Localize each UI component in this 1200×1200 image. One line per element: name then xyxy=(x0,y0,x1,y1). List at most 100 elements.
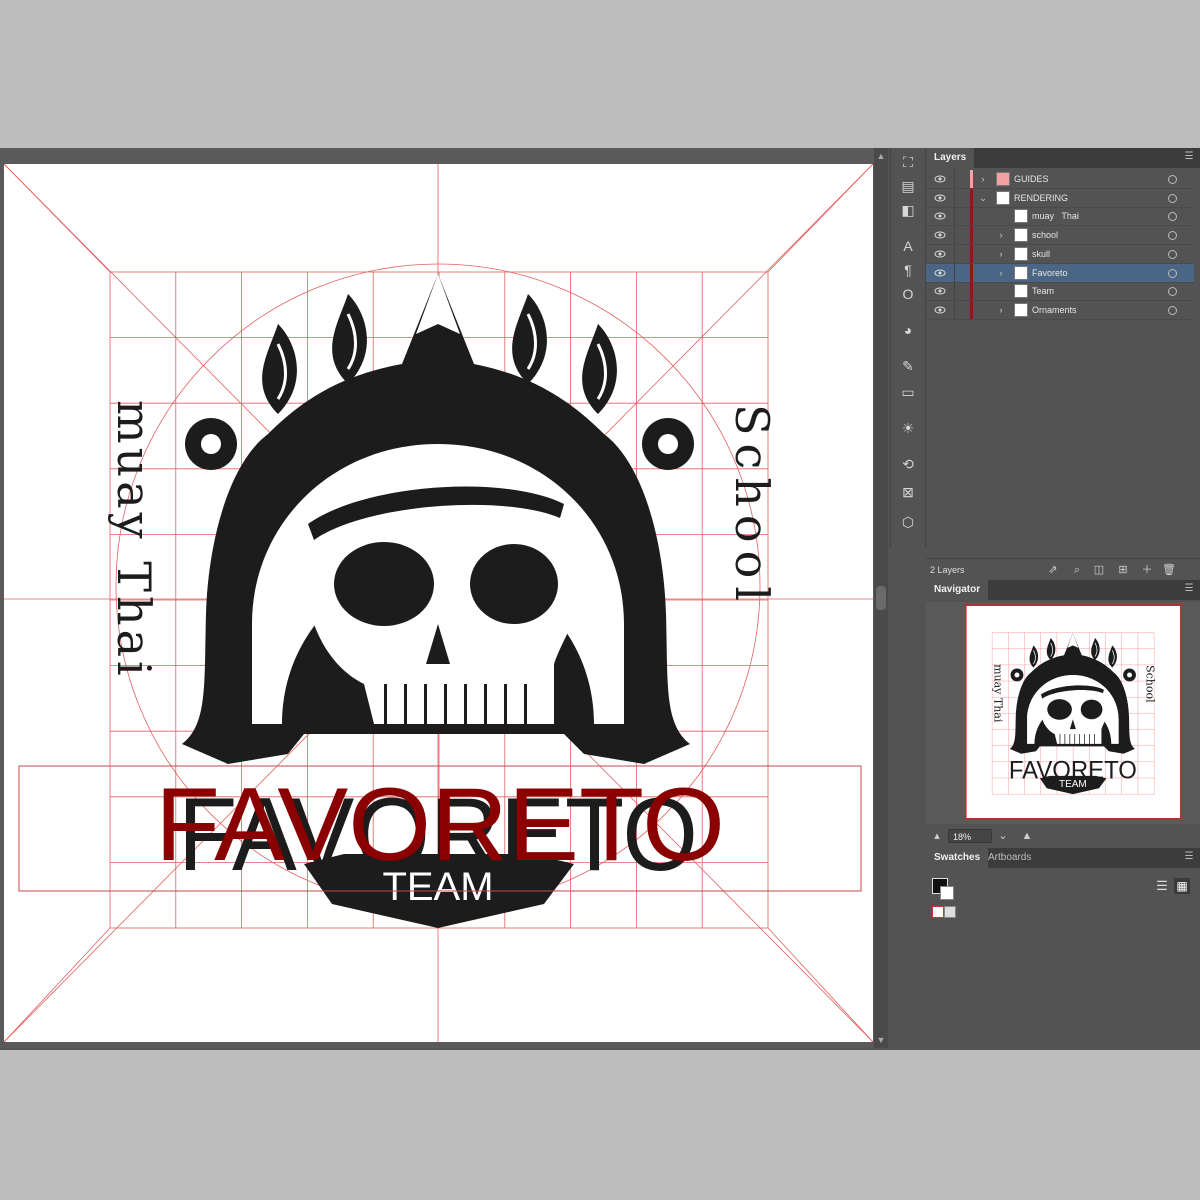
chevron-right-icon[interactable]: › xyxy=(996,303,1006,317)
eye-icon[interactable] xyxy=(934,192,946,204)
target-circle-icon[interactable] xyxy=(1168,212,1177,222)
hamburger-icon[interactable]: ☰ xyxy=(1184,151,1194,163)
3d-icon[interactable]: ⬡ xyxy=(898,512,918,532)
eye-icon[interactable] xyxy=(934,229,946,241)
image-trace-icon[interactable]: ⊠ xyxy=(898,482,918,502)
new-sublayer-icon[interactable]: ⊞ xyxy=(1116,563,1130,577)
export-icon[interactable]: ⇗ xyxy=(1046,563,1060,577)
layer-row[interactable]: › GUIDES xyxy=(926,170,1194,189)
layer-row[interactable]: ⌄ RENDERING xyxy=(926,188,1194,208)
tab-layers[interactable]: Layers xyxy=(926,148,975,168)
clipping-mask-icon[interactable]: ◫ xyxy=(1092,563,1106,577)
layer-row[interactable]: Team xyxy=(926,282,1194,302)
tab-swatches[interactable]: Swatches xyxy=(926,848,989,868)
lock-column[interactable] xyxy=(954,244,955,263)
layer-row[interactable]: muay Thai xyxy=(926,207,1194,227)
search-icon[interactable]: ⌕ xyxy=(1070,563,1084,577)
layer-color-bar xyxy=(970,263,973,282)
grid-view-icon[interactable]: ▦ xyxy=(1174,878,1190,894)
zoom-in-icon[interactable]: ▲ xyxy=(1020,829,1034,843)
hamburger-icon[interactable]: ☰ xyxy=(1184,583,1194,595)
eye-icon[interactable] xyxy=(934,248,946,260)
lock-column[interactable] xyxy=(954,207,955,226)
layer-name[interactable]: muay Thai xyxy=(1032,207,1079,225)
new-layer-icon[interactable]: ＋ xyxy=(1140,563,1154,577)
transform-icon[interactable]: ⟲ xyxy=(898,454,918,474)
paragraph-icon[interactable]: ¶ xyxy=(898,260,918,280)
navigator-muay-thai-text: muay Thai xyxy=(992,664,1005,723)
eye-icon[interactable] xyxy=(934,173,946,185)
scroll-up-icon[interactable]: ▲ xyxy=(874,150,888,162)
layer-row[interactable]: › skull xyxy=(926,244,1194,264)
none-swatch-icon[interactable] xyxy=(932,906,944,918)
lock-column[interactable] xyxy=(954,263,955,282)
chevron-right-icon[interactable]: › xyxy=(996,266,1006,280)
layer-name[interactable]: skull xyxy=(1032,245,1050,263)
layer-row[interactable]: › Favoreto xyxy=(926,263,1194,283)
chevron-right-icon[interactable]: › xyxy=(996,247,1006,261)
emblem-swirl-left-center xyxy=(1014,672,1020,678)
navigator-school-text: School xyxy=(1144,665,1157,703)
target-circle-icon[interactable] xyxy=(1168,175,1177,184)
skull-eye-right xyxy=(470,544,558,624)
artboard-tool-icon[interactable]: ⛶ xyxy=(898,152,918,172)
layer-name[interactable]: Favoreto xyxy=(1032,264,1068,282)
layer-count: 2 Layers xyxy=(930,565,965,575)
gradient-icon[interactable]: ▭ xyxy=(898,382,918,402)
target-circle-icon[interactable] xyxy=(1168,287,1177,297)
layer-color-bar xyxy=(970,244,973,263)
skull-tooth-gap xyxy=(444,684,447,724)
lock-column[interactable] xyxy=(954,170,955,188)
target-circle-icon[interactable] xyxy=(1168,268,1177,278)
color-icon[interactable]: ◕ xyxy=(898,320,918,340)
layer-row[interactable]: › school xyxy=(926,226,1194,246)
chevron-down-icon[interactable]: ⌄ xyxy=(996,829,1010,843)
stroke-swatch[interactable] xyxy=(940,886,954,900)
chevron-right-icon[interactable]: › xyxy=(996,228,1006,242)
target-circle-icon[interactable] xyxy=(1168,249,1177,259)
navigator-preview[interactable]: muay Thai School FAVORETO TEAM xyxy=(926,602,1200,824)
character-icon[interactable]: A xyxy=(898,236,918,256)
appearance-icon[interactable]: ☀ xyxy=(898,418,918,438)
list-view-icon[interactable]: ☰ xyxy=(1154,878,1170,894)
eye-icon[interactable] xyxy=(934,285,946,297)
trash-icon[interactable]: 🗑 xyxy=(1162,563,1176,577)
eye-icon[interactable] xyxy=(934,267,946,279)
lock-column[interactable] xyxy=(954,300,955,319)
registration-swatch-icon[interactable] xyxy=(944,906,956,918)
layer-name[interactable]: RENDERING xyxy=(1014,189,1068,207)
chevron-down-icon[interactable]: ⌄ xyxy=(978,191,988,205)
pathfinder-icon[interactable]: ◧ xyxy=(898,200,918,220)
glyphs-icon[interactable]: O xyxy=(898,284,918,304)
skull-tooth-gap xyxy=(1059,734,1061,744)
eye-icon[interactable] xyxy=(934,304,946,316)
brush-icon[interactable]: ✎ xyxy=(898,356,918,376)
illustrator-window: muay Thai School FAVORETO FAVORETO TEAM … xyxy=(0,148,1200,1050)
hamburger-icon[interactable]: ☰ xyxy=(1184,851,1194,863)
chevron-right-icon[interactable]: › xyxy=(978,172,988,186)
lock-column[interactable] xyxy=(954,188,955,207)
scroll-down-icon[interactable]: ▼ xyxy=(874,1034,888,1046)
layer-thumbnail xyxy=(1014,228,1028,243)
layer-name[interactable]: school xyxy=(1032,226,1058,244)
target-circle-icon[interactable] xyxy=(1168,305,1177,315)
zoom-out-icon[interactable]: ▴ xyxy=(930,829,944,843)
vertical-scrollbar[interactable]: ▲ ▼ xyxy=(874,148,888,1048)
document-canvas[interactable]: muay Thai School FAVORETO FAVORETO TEAM xyxy=(0,148,874,1048)
layer-name[interactable]: Team xyxy=(1032,282,1054,300)
layer-name[interactable]: GUIDES xyxy=(1014,170,1049,188)
lock-column[interactable] xyxy=(954,226,955,245)
tab-navigator[interactable]: Navigator xyxy=(926,580,989,600)
layer-row[interactable]: › Ornaments xyxy=(926,300,1194,320)
skull-tooth-gap xyxy=(504,684,507,724)
scrollbar-thumb[interactable] xyxy=(876,586,886,610)
lock-column[interactable] xyxy=(954,282,955,301)
eye-icon[interactable] xyxy=(934,210,946,222)
artboard[interactable]: muay Thai School FAVORETO FAVORETO TEAM xyxy=(4,164,873,1042)
zoom-field[interactable]: 18% xyxy=(948,829,992,843)
target-circle-icon[interactable] xyxy=(1168,193,1177,203)
target-circle-icon[interactable] xyxy=(1168,231,1177,241)
tab-artboards[interactable]: Artboards xyxy=(980,848,1039,868)
layer-name[interactable]: Ornaments xyxy=(1032,301,1077,319)
align-icon[interactable]: ▤ xyxy=(898,176,918,196)
